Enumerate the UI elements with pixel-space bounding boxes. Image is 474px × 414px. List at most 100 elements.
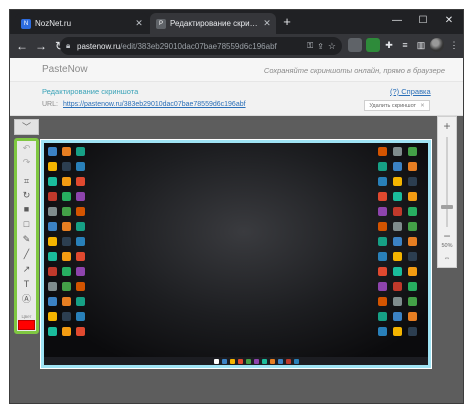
desktop-app-icon xyxy=(408,252,417,261)
forward-button[interactable]: → xyxy=(33,38,49,54)
tab-pastenow[interactable]: P Редактирование скриншота - P ✕ xyxy=(150,13,276,34)
desktop-app-icon xyxy=(393,237,402,246)
url-label: URL: xyxy=(42,101,58,108)
desktop-app-icon xyxy=(48,282,57,291)
back-button[interactable]: ← xyxy=(14,38,30,54)
lock-icon: 🔒︎ xyxy=(66,41,71,50)
text-tool-icon[interactable]: T xyxy=(19,277,34,291)
filled-rect-icon[interactable]: ■ xyxy=(19,202,34,216)
playlist-icon[interactable]: ≡ xyxy=(398,38,412,52)
desktop-app-icon xyxy=(62,297,71,306)
tab-noznet[interactable]: N NozNet.ru ✕ xyxy=(15,13,148,34)
extension-icon[interactable] xyxy=(348,38,362,52)
desktop-app-icon xyxy=(378,162,387,171)
desktop-app-icon xyxy=(48,267,57,276)
rect-outline-icon[interactable]: □ xyxy=(19,217,34,231)
zoom-slider-track[interactable] xyxy=(446,137,448,227)
desktop-app-icon xyxy=(62,267,71,276)
desktop-app-icon xyxy=(408,162,417,171)
taskbar-app-icon xyxy=(278,359,283,364)
tab-close-icon[interactable]: ✕ xyxy=(262,18,272,29)
line-icon[interactable]: ╱ xyxy=(19,247,34,261)
delete-screenshot-button[interactable]: Удалить скриншот ✕ xyxy=(364,100,430,111)
taskbar-app-icon xyxy=(270,359,275,364)
share-icon[interactable]: ⇪ xyxy=(317,42,324,51)
fit-to-window-icon[interactable]: ⇔ xyxy=(441,254,453,263)
key-icon[interactable]: ⚿ xyxy=(307,41,313,51)
desktop-app-icon xyxy=(378,192,387,201)
desktop-app-icon xyxy=(76,177,85,186)
sidebar-icon[interactable]: ▥ xyxy=(414,38,428,52)
desktop-app-icon xyxy=(76,222,85,231)
desktop-app-icon xyxy=(76,282,85,291)
desktop-app-icon xyxy=(393,177,402,186)
tab-title: NozNet.ru xyxy=(35,19,72,28)
arrow-icon[interactable]: ↗ xyxy=(19,262,34,276)
desktop-app-icon xyxy=(76,237,85,246)
crop-icon[interactable]: ⌗ xyxy=(19,174,34,188)
desktop-app-icon xyxy=(62,327,71,336)
desktop-app-icon xyxy=(62,207,71,216)
desktop-app-icon xyxy=(393,162,402,171)
desktop-app-icon xyxy=(393,252,402,261)
color-picker-swatch[interactable] xyxy=(18,320,35,330)
desktop-app-icon xyxy=(48,147,57,156)
desktop-app-icon xyxy=(76,192,85,201)
desktop-app-icon xyxy=(62,312,71,321)
desktop-app-icon xyxy=(393,267,402,276)
desktop-app-icon xyxy=(378,252,387,261)
desktop-app-icon xyxy=(408,282,417,291)
desktop-app-icon xyxy=(62,192,71,201)
bookmark-star-icon[interactable]: ☆ xyxy=(328,41,336,52)
collapse-header-button[interactable]: ﹀ xyxy=(14,119,39,135)
font-size-icon[interactable]: Ⓐ xyxy=(19,292,34,306)
rotate-icon[interactable]: ↻ xyxy=(19,188,34,202)
desktop-app-icon xyxy=(378,147,387,156)
taskbar-app-icon xyxy=(262,359,267,364)
new-tab-button[interactable]: + xyxy=(280,15,294,29)
tab-close-icon[interactable]: ✕ xyxy=(134,18,144,29)
desktop-app-icon xyxy=(76,252,85,261)
address-bar[interactable]: 🔒︎ pastenow.ru/edit/383eb29010dac07bae78… xyxy=(60,37,342,55)
profile-avatar[interactable] xyxy=(430,38,444,52)
desktop-app-icon xyxy=(408,312,417,321)
desktop-app-icon xyxy=(393,297,402,306)
site-logo[interactable]: PasteNow xyxy=(42,64,88,75)
desktop-app-icon xyxy=(393,222,402,231)
undo-icon[interactable]: ↶ xyxy=(19,141,34,155)
close-icon: ✕ xyxy=(420,102,425,109)
tool-palette: ↶ ↷ ⌗ ↻ ■ □ ✎ ╱ ↗ T Ⓐ Цвет xyxy=(14,138,39,334)
more-menu-icon[interactable]: ⋮ xyxy=(447,38,461,52)
zoom-slider-thumb[interactable] xyxy=(441,205,453,209)
screenshot-url-link[interactable]: https://pastenow.ru/383eb29010dac07bae78… xyxy=(63,101,246,108)
zoom-out-button[interactable]: − xyxy=(438,230,456,242)
green-extension-icon[interactable] xyxy=(366,38,380,52)
taskbar-app-icon xyxy=(254,359,259,364)
desktop-app-icon xyxy=(378,267,387,276)
desktop-app-icon xyxy=(408,177,417,186)
close-window-button[interactable]: ✕ xyxy=(442,14,456,28)
desktop-app-icon xyxy=(76,162,85,171)
desktop-app-icon xyxy=(393,147,402,156)
puzzle-icon[interactable]: ✚ xyxy=(382,38,396,52)
screenshot-canvas[interactable] xyxy=(40,139,432,369)
taskbar-app-icon xyxy=(238,359,243,364)
desktop-app-icon xyxy=(378,282,387,291)
desktop-app-icon xyxy=(393,192,402,201)
zoom-in-button[interactable]: + xyxy=(438,119,456,133)
desktop-app-icon xyxy=(48,297,57,306)
maximize-button[interactable]: ☐ xyxy=(416,14,430,28)
desktop-app-icon xyxy=(378,327,387,336)
desktop-app-icon xyxy=(48,222,57,231)
desktop-app-icon xyxy=(76,267,85,276)
help-link[interactable]: (?) Справка xyxy=(390,87,431,96)
desktop-app-icon xyxy=(393,282,402,291)
minimize-button[interactable]: — xyxy=(390,14,404,28)
pencil-icon[interactable]: ✎ xyxy=(19,232,34,246)
zoom-panel: + − 50% ⇔ xyxy=(437,116,457,268)
editor-workspace: ﹀ ↶ ↷ ⌗ ↻ ■ □ ✎ ╱ ↗ T Ⓐ Цвет + − 50% ⇔ xyxy=(10,116,463,403)
page-title: Редактирование скриншота xyxy=(42,87,139,96)
redo-icon[interactable]: ↷ xyxy=(19,155,34,169)
desktop-app-icon xyxy=(48,177,57,186)
desktop-app-icon xyxy=(378,222,387,231)
